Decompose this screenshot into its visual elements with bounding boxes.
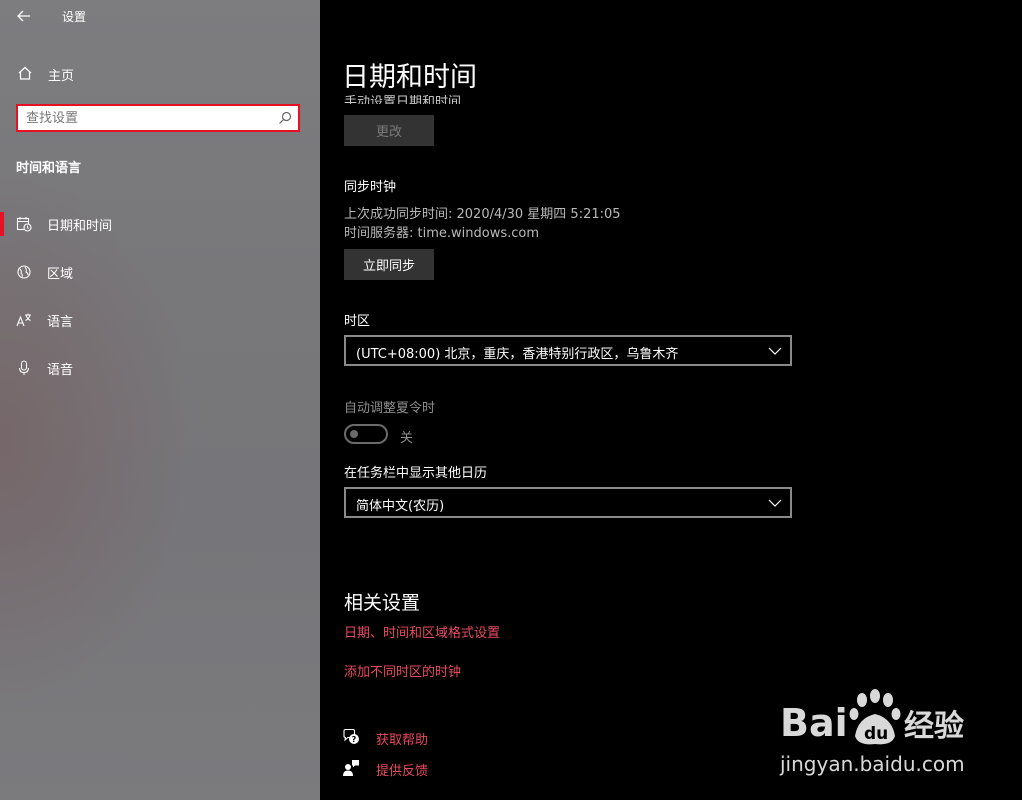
timezone-value: (UTC+08:00) 北京，重庆，香港特别行政区，乌鲁木齐 — [356, 347, 679, 362]
svg-text:经验: 经验 — [904, 709, 964, 744]
get-help-link[interactable]: ? 获取帮助 — [342, 727, 542, 749]
help-chat-icon: ? — [343, 728, 359, 744]
sidebar-item-language[interactable]: 语言 — [0, 302, 320, 338]
set-time-manually-text: 手动设置日期和时间 — [344, 95, 462, 104]
search-box[interactable] — [16, 104, 300, 132]
add-clocks-link[interactable]: 添加不同时区的时钟 — [344, 661, 461, 680]
home-icon — [18, 66, 32, 80]
sidebar-item-date-time[interactable]: 日期和时间 — [0, 206, 320, 242]
title-bar: 设置 — [0, 0, 320, 32]
sync-now-button[interactable]: 立即同步 — [344, 249, 434, 280]
chevron-down-icon — [768, 499, 782, 507]
back-button[interactable] — [10, 4, 38, 28]
active-indicator — [0, 212, 4, 236]
svg-text:?: ? — [352, 735, 357, 744]
change-button[interactable]: 更改 — [344, 115, 434, 146]
get-help-label: 获取帮助 — [376, 733, 429, 748]
sidebar-item-label: 日期和时间 — [47, 219, 113, 234]
svg-text:du: du — [864, 724, 888, 744]
baidu-logo: Bai du 经验 — [780, 689, 964, 745]
timezone-dropdown[interactable]: (UTC+08:00) 北京，重庆，香港特别行政区，乌鲁木齐 — [344, 335, 792, 366]
search-input[interactable] — [26, 109, 266, 127]
calendar-clock-icon — [16, 217, 32, 232]
nav-home[interactable]: 主页 — [0, 58, 320, 88]
sync-heading: 同步时钟 — [344, 180, 397, 195]
globe-icon — [17, 265, 31, 279]
feedback-icon — [343, 760, 359, 776]
watermark-url: jingyan.baidu.com — [780, 752, 965, 776]
toggle-knob — [350, 430, 358, 438]
dst-toggle-state: 关 — [400, 431, 414, 446]
region-format-link[interactable]: 日期、时间和区域格式设置 — [344, 622, 500, 641]
app-title: 设置 — [62, 10, 87, 24]
search-icon[interactable] — [278, 111, 292, 125]
language-icon — [16, 313, 31, 327]
nav-home-label: 主页 — [48, 69, 75, 84]
dst-toggle[interactable] — [344, 424, 388, 444]
sidebar-item-region[interactable]: 区域 — [0, 254, 320, 290]
svg-text:Bai: Bai — [780, 701, 848, 745]
baidu-watermark: Bai du 经验 jingyan.baidu.com — [780, 688, 972, 780]
calendar-value: 简体中文(农历) — [356, 499, 445, 514]
timezone-label: 时区 — [344, 314, 371, 329]
main-content: 日期和时间 手动设置日期和时间 更改 同步时钟 上次成功同步时间: 2020/4… — [320, 0, 1022, 800]
calendar-label: 在任务栏中显示其他日历 — [344, 466, 488, 481]
calendar-dropdown[interactable]: 简体中文(农历) — [344, 487, 792, 518]
dst-label: 自动调整夏令时 — [344, 401, 436, 416]
section-title: 时间和语言 — [16, 161, 82, 176]
time-server-text: 时间服务器: time.windows.com — [344, 226, 540, 241]
chevron-down-icon — [768, 347, 782, 355]
sidebar-item-label: 区域 — [47, 267, 74, 282]
page-title: 日期和时间 — [342, 62, 477, 93]
back-arrow-icon — [17, 10, 30, 22]
sidebar: 设置 主页 时间和语言 日期和时间 区域 — [0, 0, 320, 800]
last-sync-text: 上次成功同步时间: 2020/4/30 星期四 5:21:05 — [344, 207, 621, 222]
feedback-link[interactable]: 提供反馈 — [342, 758, 542, 780]
sidebar-item-label: 语音 — [47, 363, 74, 378]
sidebar-item-label: 语言 — [47, 315, 74, 330]
sidebar-item-speech[interactable]: 语音 — [0, 350, 320, 386]
related-settings-heading: 相关设置 — [344, 592, 421, 614]
microphone-icon — [18, 360, 30, 375]
feedback-label: 提供反馈 — [376, 764, 429, 779]
